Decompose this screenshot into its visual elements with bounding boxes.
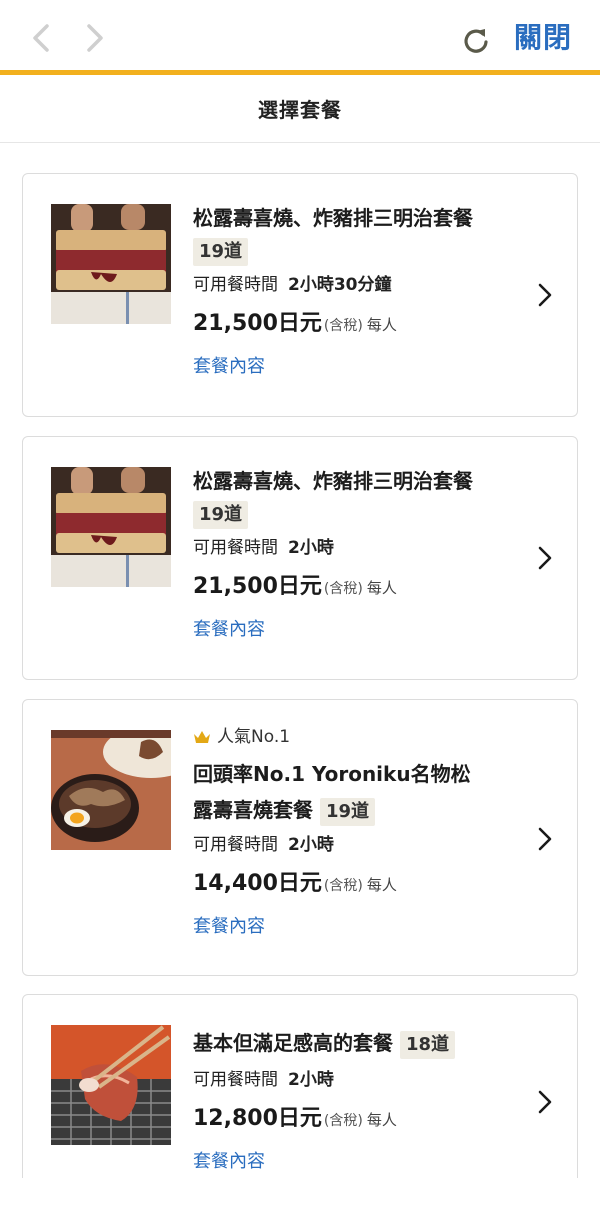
dining-time: 可用餐時間 2小時30分鐘 [193, 270, 517, 300]
reload-icon [464, 29, 488, 53]
course-info: 松露壽喜燒、炸豬排三明治套餐 19道 可用餐時間 2小時 21,500日元 (含稅)… [193, 463, 517, 645]
course-card[interactable]: 松露壽喜燒、炸豬排三明治套餐 19道 可用餐時間 2小時 21,500日元 (含稅)… [22, 436, 578, 680]
course-thumbnail [51, 1025, 171, 1145]
course-name-text: 基本但滿足感高的套餐 [193, 1031, 393, 1055]
dish-count-badge: 19道 [319, 797, 376, 826]
dish-count-badge: 18道 [399, 1030, 456, 1059]
per-person-label: 每人 [366, 579, 397, 597]
browser-toolbar: 關閉 [0, 0, 600, 75]
back-button[interactable] [24, 20, 58, 56]
chevron-right-icon[interactable] [535, 280, 555, 310]
dish-count-badge: 19道 [193, 238, 249, 266]
page-header: 選擇套餐 [0, 75, 600, 143]
dining-time-value: 2小時 [288, 1070, 334, 1090]
tax-note: (含稅) [323, 318, 363, 334]
tax-note: (含稅) [323, 878, 363, 894]
chevron-right-icon [87, 24, 103, 52]
chevron-right-icon[interactable] [535, 824, 555, 854]
dining-time-label: 可用餐時間 [193, 538, 278, 558]
course-name: 松露壽喜燒、炸豬排三明治套餐 [193, 469, 473, 493]
dining-time-label: 可用餐時間 [193, 275, 278, 295]
forward-button[interactable] [78, 20, 112, 56]
price-row: 21,500日元 (含稅) 每人 [193, 567, 517, 609]
popular-text: 人氣No.1 [217, 727, 291, 747]
page-title: 選擇套餐 [258, 98, 342, 122]
course-thumbnail [51, 730, 171, 850]
per-person-label: 每人 [366, 876, 397, 894]
close-button[interactable]: 關閉 [514, 18, 572, 58]
course-name: 回頭率No.1 Yoroniku名物松 露壽喜燒套餐 19道 [193, 756, 517, 828]
course-price: 21,500日元 [193, 574, 322, 599]
course-name: 松露壽喜燒、炸豬排三明治套餐 [193, 206, 473, 230]
chevron-right-icon[interactable] [535, 543, 555, 573]
course-thumbnail [51, 467, 171, 587]
chevron-left-icon [33, 24, 49, 52]
course-details-link[interactable]: 套餐內容 [193, 352, 265, 382]
per-person-label: 每人 [366, 316, 397, 334]
course-thumbnail [51, 204, 171, 324]
popular-label: 人氣No.1 [193, 724, 517, 750]
price-row: 21,500日元 (含稅) 每人 [193, 304, 517, 346]
dining-time-value: 2小時30分鐘 [288, 275, 392, 295]
per-person-label: 每人 [366, 1111, 397, 1129]
course-price: 21,500日元 [193, 311, 322, 336]
bottom-fade [0, 1178, 600, 1227]
dining-time-value: 2小時 [288, 835, 334, 855]
course-details-link[interactable]: 套餐內容 [193, 615, 265, 645]
dining-time-value: 2小時 [288, 538, 334, 558]
course-name-line2-text: 露壽喜燒套餐 [193, 798, 313, 822]
course-name: 基本但滿足感高的套餐 18道 [193, 1025, 517, 1061]
tax-note: (含稅) [323, 1113, 363, 1129]
tax-note: (含稅) [323, 581, 363, 597]
course-price: 12,800日元 [193, 1106, 322, 1131]
price-row: 14,400日元 (含稅) 每人 [193, 864, 517, 906]
course-card[interactable]: 人氣No.1 回頭率No.1 Yoroniku名物松 露壽喜燒套餐 19道 可用… [22, 699, 578, 976]
dining-time: 可用餐時間 2小時 [193, 830, 517, 860]
course-details-link[interactable]: 套餐內容 [193, 912, 265, 942]
price-row: 12,800日元 (含稅) 每人 [193, 1099, 517, 1141]
chevron-right-icon[interactable] [535, 1087, 555, 1117]
course-name-line-2: 露壽喜燒套餐 19道 [193, 792, 517, 828]
course-info: 基本但滿足感高的套餐 18道 可用餐時間 2小時 12,800日元 (含稅) 每人 套… [193, 1025, 517, 1177]
dining-time-label: 可用餐時間 [193, 835, 278, 855]
dining-time-label: 可用餐時間 [193, 1070, 278, 1090]
crown-icon [194, 731, 210, 743]
course-info: 人氣No.1 回頭率No.1 Yoroniku名物松 露壽喜燒套餐 19道 可用… [193, 724, 517, 942]
reload-button[interactable] [458, 22, 494, 58]
dining-time: 可用餐時間 2小時 [193, 1065, 517, 1095]
course-info: 松露壽喜燒、炸豬排三明治套餐 19道 可用餐時間 2小時30分鐘 21,500日元… [193, 200, 517, 382]
course-name-line: 回頭率No.1 Yoroniku名物松 [193, 762, 471, 786]
course-details-link[interactable]: 套餐內容 [193, 1147, 265, 1177]
course-card[interactable]: 松露壽喜燒、炸豬排三明治套餐 19道 可用餐時間 2小時30分鐘 21,500日元… [22, 173, 578, 417]
course-price: 14,400日元 [193, 871, 322, 896]
dish-count-badge: 19道 [193, 501, 249, 529]
dining-time: 可用餐時間 2小時 [193, 533, 517, 563]
